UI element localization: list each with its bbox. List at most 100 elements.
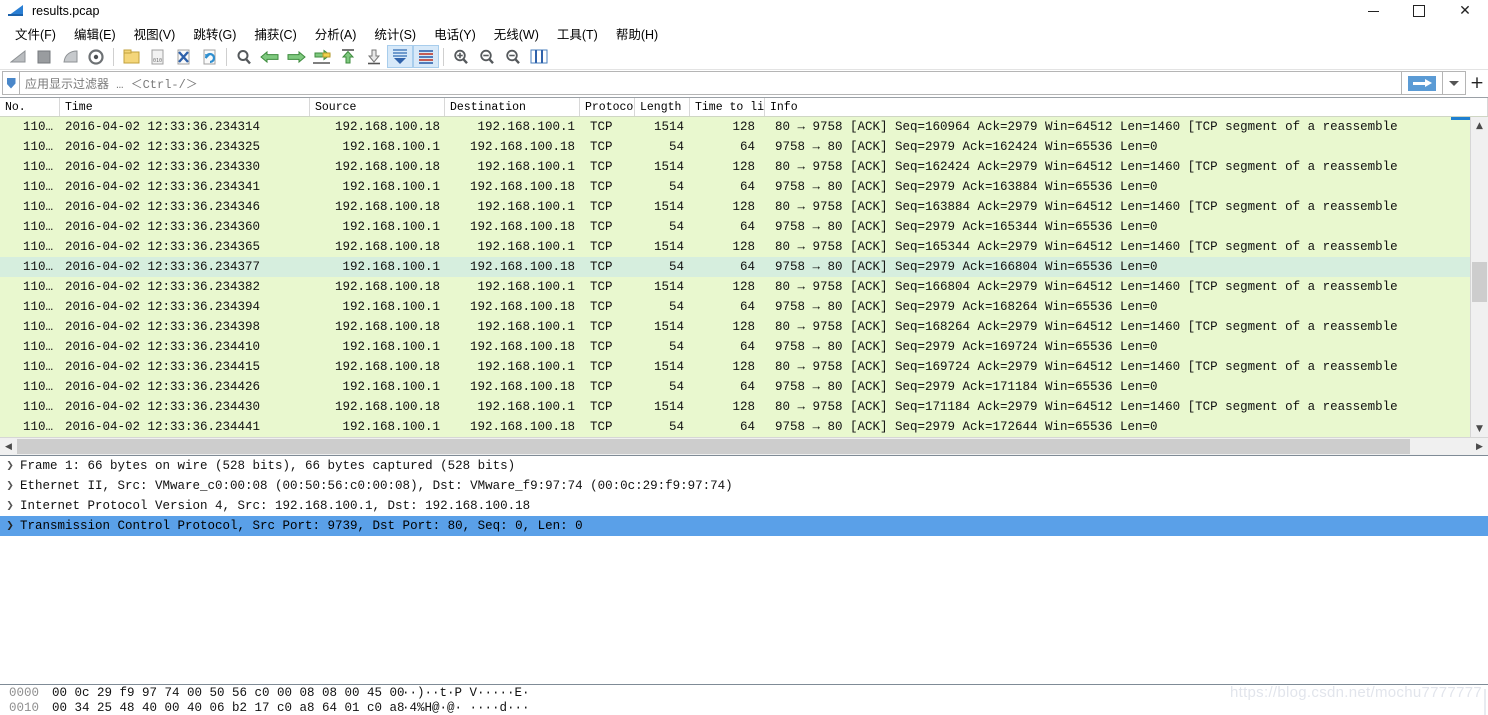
menu-go[interactable]: 跳转(G)	[184, 22, 245, 45]
table-row[interactable]: 110… 2016-04-02 12:33:36.234360 192.168.10…	[0, 217, 1488, 237]
auto-scroll-icon[interactable]	[387, 45, 413, 68]
filter-history-dropdown[interactable]	[1443, 71, 1466, 95]
go-to-packet-icon[interactable]	[309, 45, 335, 68]
table-row[interactable]: 110… 2016-04-02 12:33:36.234314 192.168.10…	[0, 117, 1488, 137]
packet-list-body[interactable]: 110… 2016-04-02 12:33:36.234314 192.168.10…	[0, 117, 1488, 437]
save-file-icon[interactable]: 010	[144, 45, 170, 68]
open-file-icon[interactable]	[118, 45, 144, 68]
go-forward-icon[interactable]	[283, 45, 309, 68]
table-row[interactable]: 110… 2016-04-02 12:33:36.234346 192.168.10…	[0, 197, 1488, 217]
watermark-edge	[1484, 689, 1486, 715]
stop-capture-icon[interactable]	[31, 45, 57, 68]
table-row[interactable]: 110… 2016-04-02 12:33:36.234441 192.168.10…	[0, 417, 1488, 437]
scroll-down-arrow-icon[interactable]: ▼	[1471, 420, 1488, 437]
column-header-protocol[interactable]: Protocol	[580, 98, 635, 116]
column-header-time[interactable]: Time	[60, 98, 310, 116]
detail-row[interactable]: ❯ Frame 1: 66 bytes on wire (528 bits), 6…	[0, 456, 1488, 476]
table-row[interactable]: 110… 2016-04-02 12:33:36.234325 192.168.10…	[0, 137, 1488, 157]
packet-source: 192.168.100.18	[334, 240, 440, 254]
packet-no: 110…	[22, 400, 53, 414]
packet-ttl: 64	[739, 380, 755, 394]
go-to-last-icon[interactable]	[361, 45, 387, 68]
packet-source: 192.168.100.18	[334, 120, 440, 134]
horizontal-scroll-thumb[interactable]	[17, 439, 1410, 454]
menu-capture[interactable]: 捕获(C)	[245, 22, 305, 45]
column-header-destination[interactable]: Destination	[445, 98, 580, 116]
minimize-button[interactable]	[1350, 0, 1396, 22]
table-row[interactable]: 110… 2016-04-02 12:33:36.234341 192.168.10…	[0, 177, 1488, 197]
column-header-length[interactable]: Length	[635, 98, 690, 116]
table-row[interactable]: 110… 2016-04-02 12:33:36.234365 192.168.10…	[0, 237, 1488, 257]
packet-time: 2016-04-02 12:33:36.234365	[65, 240, 261, 254]
column-header-source[interactable]: Source	[310, 98, 445, 116]
bookmark-icon[interactable]	[2, 71, 19, 95]
packet-ttl: 64	[739, 340, 755, 354]
column-header-info[interactable]: Info	[765, 98, 1488, 116]
display-filter-input[interactable]: 应用显示过滤器 … ＜Ctrl-/＞	[19, 71, 1402, 95]
table-row[interactable]: 110… 2016-04-02 12:33:36.234394 192.168.10…	[0, 297, 1488, 317]
menu-view[interactable]: 视图(V)	[125, 22, 185, 45]
detail-row[interactable]: ❯ Ethernet II, Src: VMware_c0:00:08 (00:5…	[0, 476, 1488, 496]
packet-list-horizontal-scrollbar[interactable]: ◀ ▶	[0, 437, 1488, 455]
packet-list-vertical-scrollbar[interactable]: ▲ ▼	[1470, 117, 1488, 437]
resize-columns-icon[interactable]	[526, 45, 552, 68]
expand-arrow-icon[interactable]: ❯	[0, 461, 20, 471]
colorize-icon[interactable]	[413, 45, 439, 68]
table-row[interactable]: 110… 2016-04-02 12:33:36.234430 192.168.10…	[0, 397, 1488, 417]
packet-ttl: 64	[739, 180, 755, 194]
menu-wireless[interactable]: 无线(W)	[485, 22, 548, 45]
hexdump-offset: 0010	[9, 700, 40, 715]
scroll-right-arrow-icon[interactable]: ▶	[1471, 442, 1488, 452]
table-row[interactable]: 110… 2016-04-02 12:33:36.234398 192.168.10…	[0, 317, 1488, 337]
expand-arrow-icon[interactable]: ❯	[0, 501, 20, 511]
find-packet-icon[interactable]	[231, 45, 257, 68]
start-capture-icon[interactable]	[5, 45, 31, 68]
close-button[interactable]: ✕	[1442, 0, 1488, 22]
packet-protocol: TCP	[590, 140, 613, 154]
zoom-reset-icon[interactable]	[500, 45, 526, 68]
scroll-up-arrow-icon[interactable]: ▲	[1471, 117, 1488, 134]
packet-info: 80 → 9758 [ACK] Seq=166804 Ack=2979 Win=…	[775, 280, 1398, 294]
vertical-scroll-thumb[interactable]	[1472, 262, 1487, 302]
zoom-in-icon[interactable]	[448, 45, 474, 68]
table-row[interactable]: 110… 2016-04-02 12:33:36.234415 192.168.10…	[0, 357, 1488, 377]
expand-arrow-icon[interactable]: ❯	[0, 521, 20, 531]
go-back-icon[interactable]	[257, 45, 283, 68]
table-row[interactable]: 110… 2016-04-02 12:33:36.234377 192.168.10…	[0, 257, 1488, 277]
menu-statistics[interactable]: 统计(S)	[365, 22, 425, 45]
capture-options-icon[interactable]	[83, 45, 109, 68]
expand-arrow-icon[interactable]: ❯	[0, 481, 20, 491]
menu-help[interactable]: 帮助(H)	[607, 22, 667, 45]
packet-ttl: 128	[732, 240, 755, 254]
maximize-button[interactable]	[1396, 0, 1442, 22]
detail-row[interactable]: ❯ Internet Protocol Version 4, Src: 192.1…	[0, 496, 1488, 516]
column-header-time-to-live[interactable]: Time to live	[690, 98, 765, 116]
column-header-no[interactable]: No.	[0, 98, 60, 116]
packet-bytes-pane[interactable]: 0000 00 0c 29 f9 97 74 00 50 56 c0 00 08 …	[0, 684, 1488, 715]
table-row[interactable]: 110… 2016-04-02 12:33:36.234382 192.168.10…	[0, 277, 1488, 297]
packet-no: 110…	[22, 260, 53, 274]
menu-file[interactable]: 文件(F)	[6, 22, 65, 45]
menu-telephony[interactable]: 电话(Y)	[425, 22, 485, 45]
zoom-out-icon[interactable]	[474, 45, 500, 68]
restart-capture-icon[interactable]	[57, 45, 83, 68]
close-file-icon[interactable]	[170, 45, 196, 68]
table-row[interactable]: 110… 2016-04-02 12:33:36.234410 192.168.10…	[0, 337, 1488, 357]
menu-analyze[interactable]: 分析(A)	[306, 22, 366, 45]
detail-row[interactable]: ❯ Transmission Control Protocol, Src Port…	[0, 516, 1488, 536]
packet-detail-pane[interactable]: ❯ Frame 1: 66 bytes on wire (528 bits), 6…	[0, 455, 1488, 684]
go-to-first-icon[interactable]	[335, 45, 361, 68]
packet-destination: 192.168.100.1	[477, 160, 575, 174]
hexdump-row[interactable]: 0010 00 34 25 48 40 00 40 06 b2 17 c0 a8 …	[0, 700, 1488, 715]
packet-protocol: TCP	[590, 420, 613, 434]
reload-file-icon[interactable]	[196, 45, 222, 68]
hexdump-ascii: ·4%H@·@· ····d···	[402, 700, 530, 715]
table-row[interactable]: 110… 2016-04-02 12:33:36.234330 192.168.10…	[0, 157, 1488, 177]
packet-length: 54	[668, 300, 684, 314]
table-row[interactable]: 110… 2016-04-02 12:33:36.234426 192.168.10…	[0, 377, 1488, 397]
menu-tools[interactable]: 工具(T)	[548, 22, 607, 45]
apply-filter-button[interactable]	[1402, 71, 1443, 95]
add-filter-button[interactable]: +	[1466, 71, 1488, 95]
menu-edit[interactable]: 编辑(E)	[65, 22, 125, 45]
scroll-left-arrow-icon[interactable]: ◀	[0, 442, 17, 452]
